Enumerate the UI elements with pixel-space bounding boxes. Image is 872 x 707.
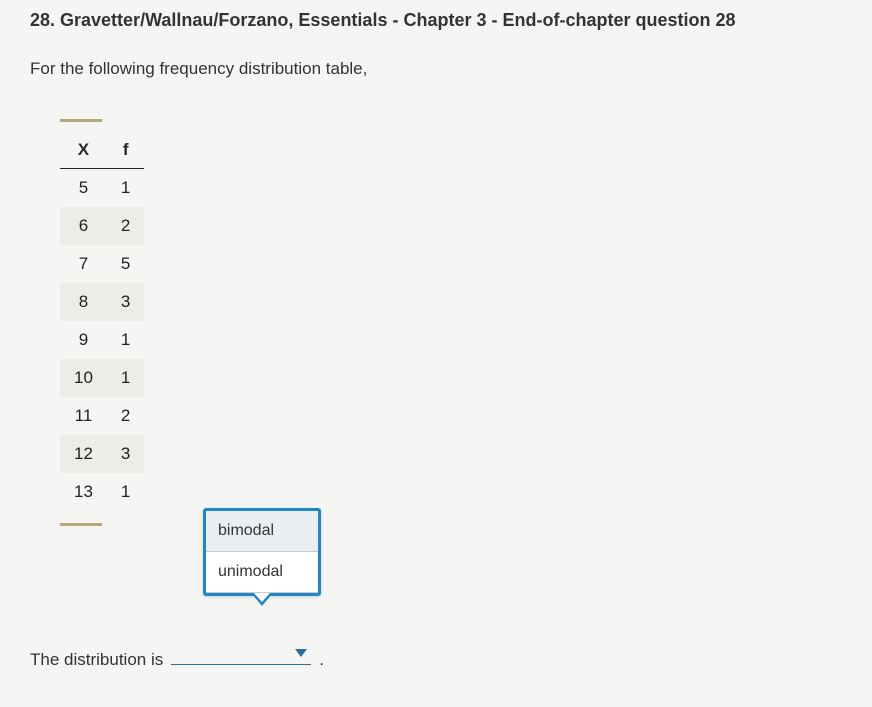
frequency-table: X f 5162758391101112123131 [60,136,144,511]
dropdown-tail-inner-icon [254,593,270,602]
dropdown-option-bimodal[interactable]: bimodal [206,511,318,552]
cell-f: 1 [107,169,144,208]
answer-sentence: The distribution is . [30,645,324,670]
cell-f: 3 [107,283,144,321]
cell-x: 11 [60,397,107,435]
cell-x: 13 [60,473,107,511]
table-row: 131 [60,473,144,511]
header-x: X [60,136,107,169]
cell-f: 1 [107,359,144,397]
cell-f: 5 [107,245,144,283]
cell-f: 1 [107,473,144,511]
table-row: 83 [60,283,144,321]
table-top-accent [60,119,102,122]
cell-f: 2 [107,397,144,435]
table-row: 51 [60,169,144,208]
question-title: 28. Gravetter/Wallnau/Forzano, Essential… [30,10,842,31]
cell-x: 7 [60,245,107,283]
cell-x: 6 [60,207,107,245]
answer-lead-text: The distribution is [30,650,163,670]
table-row: 75 [60,245,144,283]
cell-x: 10 [60,359,107,397]
cell-x: 8 [60,283,107,321]
table-bottom-accent [60,523,102,526]
cell-x: 5 [60,169,107,208]
cell-x: 12 [60,435,107,473]
header-f: f [107,136,144,169]
table-row: 112 [60,397,144,435]
answer-blank-dropdown[interactable] [171,645,311,665]
chevron-down-icon[interactable] [295,649,307,657]
frequency-table-container: X f 5162758391101112123131 [60,119,842,526]
cell-f: 1 [107,321,144,359]
table-row: 123 [60,435,144,473]
cell-f: 2 [107,207,144,245]
dropdown-option-unimodal[interactable]: unimodal [206,552,318,593]
question-prompt: For the following frequency distribution… [30,59,842,79]
answer-period: . [319,650,324,670]
table-row: 91 [60,321,144,359]
cell-f: 3 [107,435,144,473]
table-row: 62 [60,207,144,245]
cell-x: 9 [60,321,107,359]
answer-dropdown-popup[interactable]: bimodal unimodal [203,508,321,596]
table-row: 101 [60,359,144,397]
